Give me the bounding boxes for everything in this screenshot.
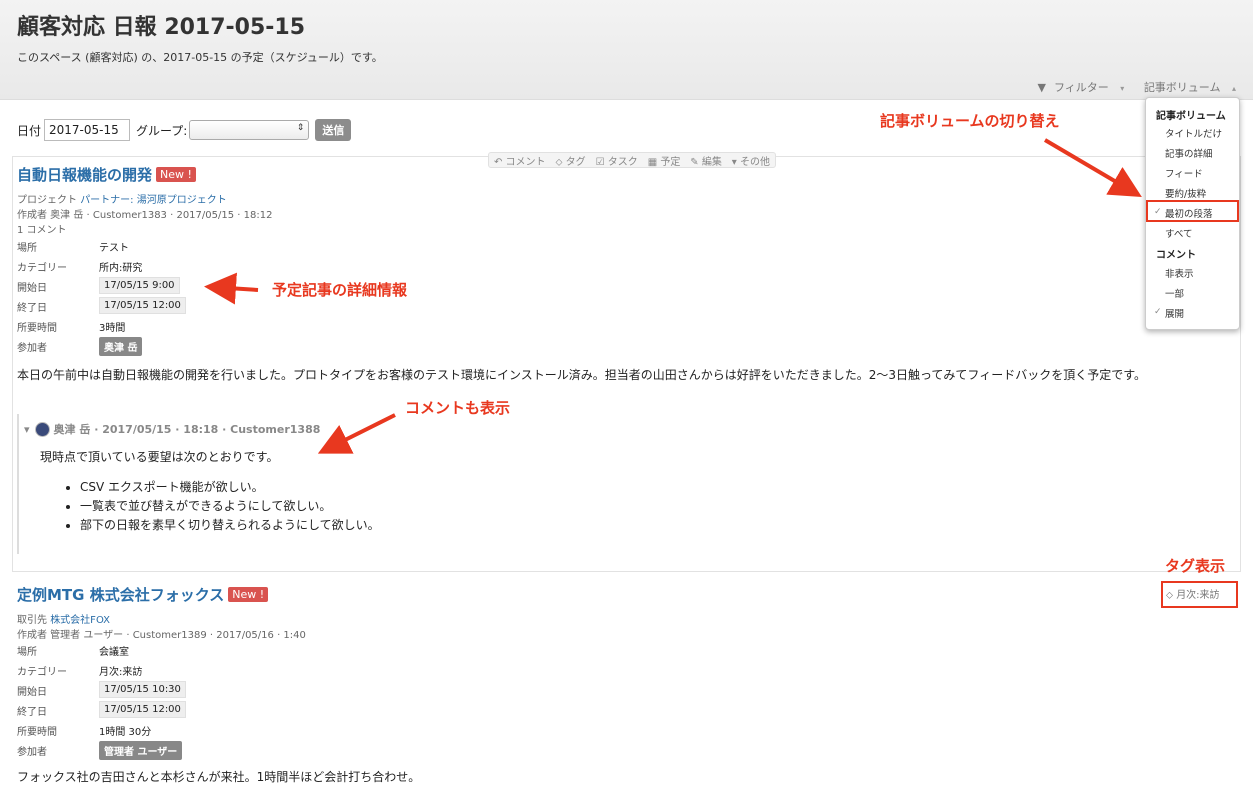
field-place: 会議室 bbox=[99, 647, 129, 658]
list-item: 一覧表で並び替えができるようにして欲しい。 bbox=[80, 497, 380, 516]
dropdown-heading: コメント bbox=[1156, 250, 1196, 261]
filter-icon: ▼ bbox=[1037, 81, 1047, 94]
caret-down-icon: ▾ bbox=[731, 156, 737, 168]
toolbar-task[interactable]: ☑ タスク bbox=[596, 153, 638, 168]
field-label: カテゴリー bbox=[17, 263, 67, 274]
toolbar-schedule[interactable]: ▦ 予定 bbox=[648, 153, 681, 168]
toolbar-other[interactable]: ▾ その他 bbox=[732, 153, 770, 168]
reply-icon: ↶ bbox=[493, 156, 503, 168]
field-place: テスト bbox=[99, 243, 129, 254]
group-select[interactable]: ⇕ bbox=[189, 120, 310, 140]
entry-body: 本日の午前中は自動日報機能の開発を行いました。プロトタイプをお客様のテスト環境に… bbox=[17, 368, 1146, 382]
pencil-icon: ✎ bbox=[690, 156, 699, 168]
toolbar-comment[interactable]: ↶ コメント bbox=[494, 153, 546, 168]
page-title: 顧客対応 日報 2017-05-15 bbox=[17, 15, 306, 40]
comment-count[interactable]: 1 コメント bbox=[17, 221, 67, 236]
field-label: 所要時間 bbox=[17, 323, 57, 334]
entry-toolbar: ↶ コメント ⬦ タグ ☑ タスク ▦ 予定 ✎ 編集 ▾ その他 bbox=[488, 152, 776, 168]
annotation-schedule-detail: 予定記事の詳細情報 bbox=[272, 281, 408, 299]
annotation-volume-switch: 記事ボリュームの切り替え bbox=[880, 112, 1060, 130]
submit-button[interactable]: 送信 bbox=[315, 119, 352, 141]
field-category-link[interactable]: 所内:研究 bbox=[99, 259, 142, 274]
entry-body: フォックス社の吉田さんと本杉さんが来社。1時間半ほど会計打ち合わせ。 bbox=[17, 770, 421, 784]
date-input[interactable]: 2017-05-15 bbox=[44, 119, 131, 141]
check-icon: ✓ bbox=[1154, 307, 1162, 317]
field-label: 場所 bbox=[17, 647, 37, 658]
field-end: 17/05/15 12:00 bbox=[99, 701, 186, 718]
caret-up-icon: ▴ bbox=[1231, 84, 1236, 93]
menu-item-expand[interactable]: 展開 bbox=[1165, 306, 1184, 320]
entry-author: 作成者 奥津 岳 · Customer1383 · 2017/05/15 · 1… bbox=[17, 210, 273, 221]
toolbar-edit[interactable]: ✎ 編集 bbox=[690, 153, 722, 168]
menu-item-title-only[interactable]: タイトルだけ bbox=[1165, 126, 1222, 140]
avatar bbox=[34, 421, 50, 437]
participant-badge[interactable]: 管理者 ユーザー bbox=[99, 741, 183, 760]
entry-title-link[interactable]: 定例MTG 株式会社フォックス New ! bbox=[17, 584, 269, 605]
field-start: 17/05/15 9:00 bbox=[99, 277, 180, 294]
entry-project: プロジェクト パートナー: 湯河原プロジェクト bbox=[17, 195, 227, 206]
date-group-form: 日付 2017-05-15 グループ: ⇕ 送信 bbox=[17, 118, 352, 142]
field-label: 所要時間 bbox=[17, 727, 57, 738]
comment-thread-bar bbox=[17, 414, 19, 554]
group-label: グループ: bbox=[136, 123, 188, 138]
field-end: 17/05/15 12:00 bbox=[99, 297, 186, 314]
toolbar-tag[interactable]: ⬦ タグ bbox=[555, 153, 585, 168]
field-duration: 1時間 30分 bbox=[99, 727, 152, 738]
entry-title-link[interactable]: 自動日報機能の開発 New ! bbox=[17, 164, 196, 185]
menu-item-details[interactable]: 記事の詳細 bbox=[1165, 146, 1213, 160]
field-label: 終了日 bbox=[17, 707, 47, 718]
calendar-icon: ▦ bbox=[647, 156, 658, 168]
caret-down-icon: ▾ bbox=[1120, 84, 1125, 93]
comment-header: ▾ 奥津 岳 · 2017/05/15 · 18:18 · Customer13… bbox=[24, 421, 321, 437]
menu-item-summary[interactable]: 要約/抜粋 bbox=[1165, 186, 1206, 200]
tag-icon: ⬦ bbox=[555, 156, 563, 168]
menu-item-all[interactable]: すべて bbox=[1165, 226, 1192, 240]
dropdown-heading: 記事ボリューム bbox=[1156, 111, 1226, 122]
menu-item-partial[interactable]: 一部 bbox=[1165, 286, 1184, 300]
date-label: 日付 bbox=[17, 123, 42, 138]
page-subtitle: このスペース (顧客対応) の、2017-05-15 の予定（スケジュール）です… bbox=[17, 51, 383, 64]
volume-button[interactable]: 記事ボリューム ▴ bbox=[1136, 81, 1236, 94]
project-link[interactable]: パートナー: 湯河原プロジェクト bbox=[80, 195, 227, 206]
collapse-icon[interactable]: ▾ bbox=[24, 423, 30, 436]
field-start: 17/05/15 10:30 bbox=[99, 681, 186, 698]
header-controls: ▼ フィルター ▾ 記事ボリューム ▴ bbox=[1022, 79, 1236, 95]
field-label: 場所 bbox=[17, 243, 37, 254]
page-header: 顧客対応 日報 2017-05-15 このスペース (顧客対応) の、2017-… bbox=[0, 0, 1253, 100]
client-link[interactable]: 株式会社FOX bbox=[50, 615, 110, 626]
new-badge: New ! bbox=[156, 167, 196, 182]
comment-bullets: CSV エクスポート機能が欲しい。 一覧表で並び替えができるようにして欲しい。 … bbox=[80, 478, 380, 535]
annotation-comment-display: コメントも表示 bbox=[405, 399, 511, 417]
select-arrow-icon: ⇕ bbox=[296, 123, 305, 133]
menu-item-hide[interactable]: 非表示 bbox=[1165, 266, 1194, 280]
field-label: 終了日 bbox=[17, 303, 47, 314]
tag-highlight-box bbox=[1161, 581, 1238, 608]
participant-badge[interactable]: 奥津 岳 bbox=[99, 337, 143, 356]
checkbox-icon: ☑ bbox=[595, 156, 605, 168]
menu-item-feed[interactable]: フィード bbox=[1165, 166, 1203, 180]
entry-client: 取引先 株式会社FOX bbox=[17, 615, 111, 626]
selected-item-highlight-box bbox=[1146, 200, 1239, 222]
field-label: 開始日 bbox=[17, 283, 47, 294]
field-label: 開始日 bbox=[17, 687, 47, 698]
list-item: 部下の日報を素早く切り替えられるようにして欲しい。 bbox=[80, 516, 380, 535]
field-category-link[interactable]: 月次:来訪 bbox=[99, 663, 142, 678]
field-label: 参加者 bbox=[17, 343, 47, 354]
annotation-tag-display: タグ表示 bbox=[1165, 557, 1226, 575]
list-item: CSV エクスポート機能が欲しい。 bbox=[80, 478, 380, 497]
entry-author: 作成者 管理者 ユーザー · Customer1389 · 2017/05/16… bbox=[17, 630, 306, 641]
comment-text: 現時点で頂いている要望は次のとおりです。 bbox=[40, 450, 279, 464]
new-badge: New ! bbox=[228, 587, 269, 602]
filter-button[interactable]: ▼ フィルター ▾ bbox=[1030, 81, 1125, 94]
field-label: 参加者 bbox=[17, 747, 47, 758]
field-label: カテゴリー bbox=[17, 667, 67, 678]
field-duration: 3時間 bbox=[99, 323, 126, 334]
